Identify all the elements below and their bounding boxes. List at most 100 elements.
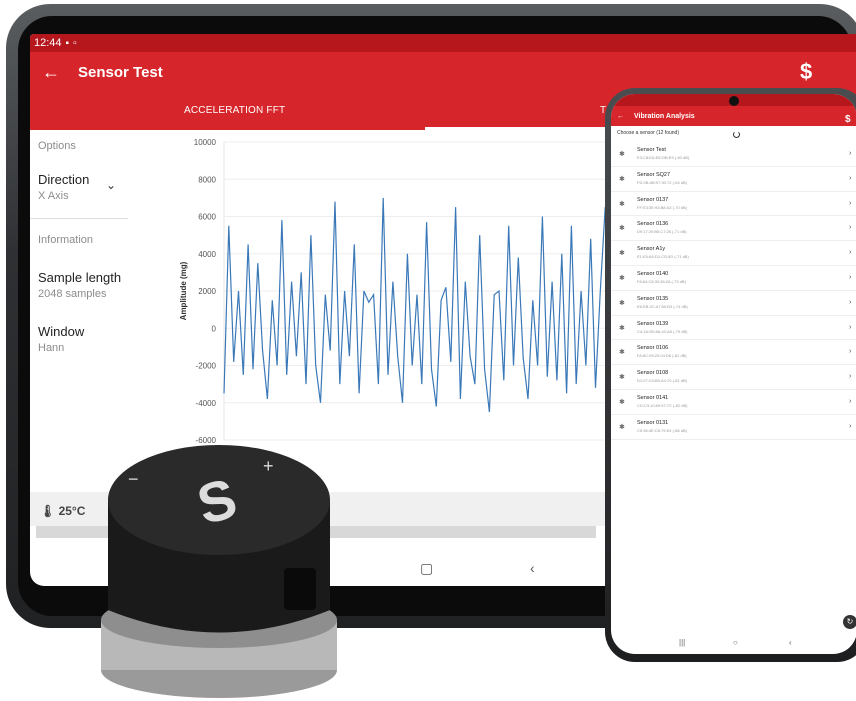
sensor-list-item[interactable]: ✱ Sensor 0141 CD:C3:10:69:57:7C (-82 dB) › (611, 390, 856, 415)
phone-app-bar: ← Vibration Analysis (611, 106, 856, 126)
home-nav-button[interactable]: ○ (733, 638, 738, 647)
sensor-name: Sensor A1y (637, 246, 666, 253)
sample-length-value: 2048 samples (38, 288, 107, 300)
sensor-list-item[interactable]: ✱ Sensor 0131 C5:36:4E:C8:79:E4 (-86 dB) › (611, 415, 856, 440)
bluetooth-icon: ✱ (619, 398, 625, 406)
sensor-name: Sensor 0140 (637, 270, 669, 277)
sensor-name: Sensor SQ27 (637, 171, 671, 178)
chevron-down-icon[interactable]: ⌄ (106, 178, 116, 192)
sample-length-label: Sample length (38, 270, 122, 285)
window-value: Hann (38, 342, 65, 354)
phone-page-title: Vibration Analysis (634, 112, 695, 120)
sensor-list-item[interactable]: ✱ Sensor 0108 D1:07:C0:B0:A4:70 (-81 dB) › (611, 365, 856, 390)
direction-value[interactable]: X Axis (38, 190, 69, 202)
bluetooth-icon: ✱ (619, 423, 625, 431)
bluetooth-icon: ✱ (619, 349, 625, 357)
y-tick-label: 10000 (194, 138, 217, 147)
back-nav-button[interactable]: ‹ (530, 560, 535, 576)
sensor-mac: C5:36:4E:C8:79:E4 (-86 dB) (637, 427, 688, 433)
sensor-mac: CD:C3:10:69:57:7C (-82 dB) (637, 402, 688, 408)
bluetooth-icon: ✱ (619, 250, 625, 258)
information-heading: Information (38, 234, 94, 246)
sensor-name: Sensor 0106 (637, 345, 669, 352)
chevron-right-icon: › (849, 224, 852, 232)
sensor-count-label: Choose a sensor (12 found) (611, 126, 856, 142)
sensor-list-item[interactable]: ✱ Sensor 0135 E6:EB:2C:A7:60:B3 (-74 dB) › (611, 291, 856, 316)
amplitude-chart: 1000080006000400020000-2000-4000-6000Amp… (179, 138, 610, 445)
chevron-right-icon: › (849, 422, 852, 430)
y-axis-label: Amplitude (mg) (179, 261, 188, 320)
chevron-right-icon: › (849, 249, 852, 257)
bluetooth-icon: ✱ (619, 151, 625, 158)
chevron-right-icon: › (849, 273, 852, 281)
loading-spinner-icon (733, 131, 740, 138)
bluetooth-icon: ✱ (619, 324, 625, 332)
chevron-right-icon: › (849, 323, 852, 331)
y-tick-label: 6000 (198, 213, 216, 222)
bluetooth-icon: ✱ (619, 200, 625, 208)
page-title: Sensor Test (78, 63, 163, 81)
arrow-left-icon[interactable]: ← (42, 62, 74, 83)
sensor-name: Sensor 0131 (637, 419, 669, 426)
phone-device: ← Vibration Analysis $ Choose a sensor (… (605, 88, 856, 662)
sensor-mac: E6:EB:2C:A7:60:B3 (-74 dB) (637, 303, 688, 309)
s-logo-icon: $ (800, 59, 813, 84)
bluetooth-icon: ✱ (619, 274, 625, 282)
sensor-list-item[interactable]: ✱ Sensor 0106 FA:8C:99:20:04:D6 (-81 dB) › (611, 340, 856, 366)
sensor-mac: D1:07:C0:B0:A4:70 (-81 dB) (637, 378, 688, 384)
choose-sensor-text: Choose a sensor (12 found) (617, 130, 679, 136)
usb-port (284, 568, 316, 610)
sensor-mac: E1:E5:6A:D1:CD:5D (-71 dB) (637, 254, 689, 260)
y-tick-label: -2000 (196, 362, 217, 371)
window-label: Window (38, 324, 85, 339)
sensor-list-item[interactable]: ✱ Sensor 0140 F8:64:C8:39:38:2A (-73 dB) › (611, 266, 856, 291)
recents-nav-button[interactable]: ||| (679, 638, 685, 647)
chevron-right-icon: › (849, 373, 852, 381)
sensor-name: Sensor Test (637, 147, 666, 153)
chevron-right-icon: › (849, 150, 852, 157)
sensor-mac: C4:1A:9D:8A:42:A8 (-79 dB) (637, 328, 688, 334)
bluetooth-icon: ✱ (619, 225, 625, 233)
sensor-name: Sensor 0137 (637, 196, 669, 203)
sensor-list: ✱ Sensor Test E3:C8:EA:EE:DB:E5 (-60 dB) › ✱… (611, 142, 856, 440)
sensor-list-item[interactable]: ✱ Sensor 0136 D9:17:20:B5:C7:26 (-71 dB) › (611, 216, 856, 242)
camera-icon (729, 96, 739, 106)
sensor-mac: FA:8C:99:20:04:D6 (-81 dB) (637, 353, 687, 359)
status-bar: 12:44 ▪ ▫ (30, 34, 856, 52)
sensor-list-item[interactable]: ✱ Sensor A1y E1:E5:6A:D1:CD:5D (-71 dB) › (611, 241, 856, 266)
sensor-mac: F8:64:C8:39:38:2A (-73 dB) (637, 278, 686, 284)
screenshot-icon: ▫ (73, 37, 77, 49)
phone-screen: ← Vibration Analysis $ Choose a sensor (… (611, 94, 856, 654)
sensor-name: Sensor 0136 (637, 221, 669, 228)
sensor-name: Sensor 0139 (637, 320, 669, 327)
sensor-list-item[interactable]: ✱ Sensor SQ27 FD:2B:AB:97:30:72 (-64 dB) › (611, 167, 856, 192)
back-nav-button[interactable]: ‹ (789, 638, 792, 647)
sensor-name: Sensor 0108 (637, 370, 669, 377)
refresh-icon[interactable]: ↻ (843, 615, 856, 629)
sensor-mac: D9:17:20:B5:C7:26 (-71 dB) (637, 229, 687, 235)
chevron-right-icon: › (849, 199, 852, 207)
bluetooth-icon: ✱ (619, 299, 625, 307)
plus-icon: + (263, 456, 274, 476)
sensor-name: Sensor 0135 (637, 295, 669, 302)
direction-label[interactable]: Direction (38, 172, 89, 187)
y-tick-label: 2000 (198, 287, 216, 296)
bluetooth-icon: ✱ (619, 374, 625, 382)
options-panel: Options Direction ⌄ X Axis Information S… (30, 130, 150, 490)
sensor-list-item[interactable]: ✱ Sensor 0137 FF:E3:3E:93:B8:A3 (-70 dB) › (611, 192, 856, 217)
minus-icon: − (128, 469, 139, 489)
sensor-list-item[interactable]: ✱ Sensor 0139 C4:1A:9D:8A:42:A8 (-79 dB) › (611, 316, 856, 341)
bluetooth-icon: ✱ (619, 175, 625, 183)
y-tick-label: 8000 (198, 175, 216, 184)
chevron-right-icon: › (849, 397, 852, 405)
arrow-left-icon[interactable]: ← (617, 113, 624, 120)
sensor-list-item[interactable]: ✱ Sensor Test E3:C8:EA:EE:DB:E5 (-60 dB) › (611, 142, 856, 167)
temperature-readout: 🌡 25°C (40, 504, 86, 518)
status-time: 12:44 (34, 37, 62, 49)
y-tick-label: -4000 (196, 399, 217, 408)
sensor-name: Sensor 0141 (637, 394, 669, 401)
home-nav-button[interactable]: ▢ (420, 560, 433, 577)
divider (30, 218, 128, 219)
y-tick-label: 4000 (198, 250, 216, 259)
tab-acceleration-fft[interactable]: ACCELERATION FFT (184, 105, 285, 116)
